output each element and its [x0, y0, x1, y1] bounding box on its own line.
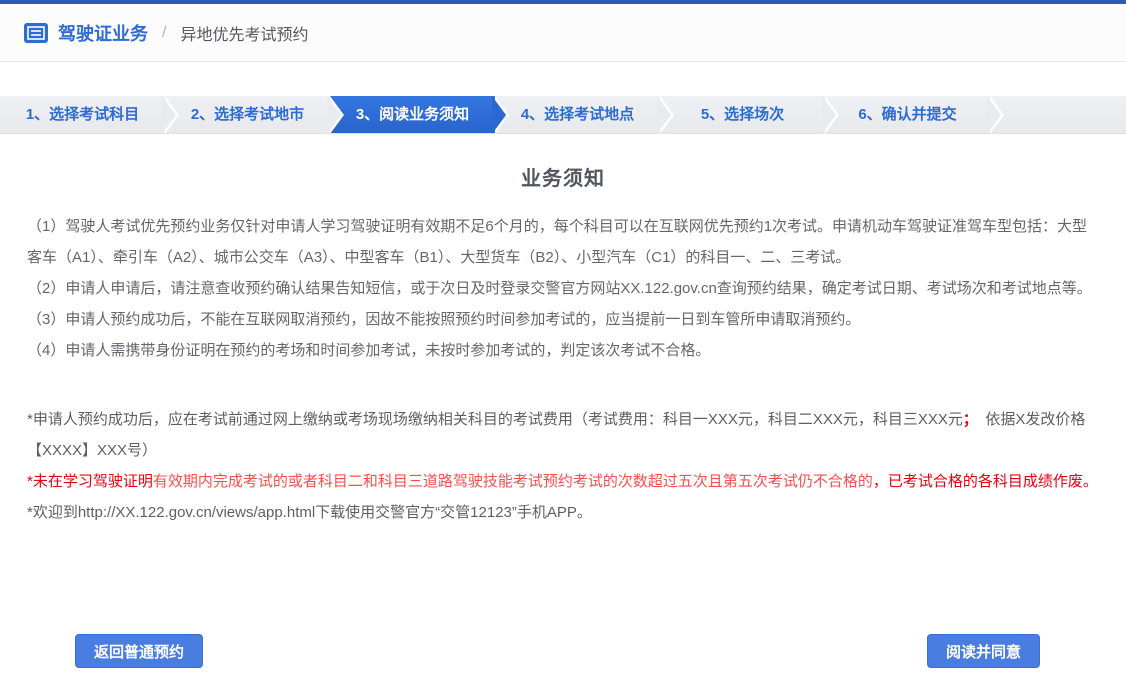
header: 驾驶证业务 / 异地优先考试预约 — [0, 4, 1126, 62]
notice-paragraph: （4）申请人需携带身份证明在预约的考场和时间参加考试，未按时参加考试的，判定该次… — [27, 335, 1099, 366]
app-note: *欢迎到http://XX.122.gov.cn/views/app.html下… — [27, 497, 1099, 528]
warning-part1: *未在学习驾驶证明 — [27, 473, 153, 490]
breadcrumb-separator: / — [162, 24, 166, 42]
fee-note: *申请人预约成功后，应在考试前通过网上缴纳或考场现场缴纳相关科目的考试费用（考试… — [27, 404, 1099, 466]
warning-part2: 有效期内完成考试的或者科目二和科目三道路驾驶技能考试预约考试的次数超过五次且第五… — [153, 473, 873, 490]
step-item-1: 1、选择考试科目 — [0, 96, 165, 133]
step-progress-bar: 1、选择考试科目2、选择考试地市3、阅读业务须知4、选择考试地点5、选择场次6、… — [0, 96, 1126, 134]
breadcrumb-section[interactable]: 驾驶证业务 — [58, 20, 148, 46]
breadcrumb-current: 异地优先考试预约 — [180, 21, 308, 45]
warning-note: *未在学习驾驶证明有效期内完成考试的或者科目二和科目三道路驾驶技能考试预约考试的… — [27, 466, 1099, 497]
step-item-4: 4、选择考试地点 — [495, 96, 660, 133]
notice-paragraph: （2）申请人申请后，请注意查收预约确认结果告知短信，或于次日及时登录交警官方网站… — [27, 273, 1099, 304]
step-bar-filler — [990, 96, 1126, 133]
agree-button[interactable]: 阅读并同意 — [927, 634, 1040, 668]
page-title: 业务须知 — [27, 162, 1099, 191]
step-item-5: 5、选择场次 — [660, 96, 825, 133]
notice-paragraphs: （1）驾驶人考试优先预约业务仅针对申请人学习驾驶证明有效期不足6个月的，每个科目… — [27, 211, 1099, 366]
step-item-2: 2、选择考试地市 — [165, 96, 330, 133]
list-icon — [24, 23, 48, 43]
notice-panel: 业务须知 （1）驾驶人考试优先预约业务仅针对申请人学习驾驶证明有效期不足6个月的… — [0, 162, 1126, 528]
footer-actions: 返回普通预约 阅读并同意 — [75, 634, 1040, 668]
back-to-normal-button[interactable]: 返回普通预约 — [75, 634, 203, 668]
fee-note-text: *申请人预约成功后，应在考试前通过网上缴纳或考场现场缴纳相关科目的考试费用（考试… — [27, 411, 963, 428]
notice-paragraph: （3）申请人预约成功后，不能在互联网取消预约，因故不能按照预约时间参加考试的，应… — [27, 304, 1099, 335]
step-item-6: 6、确认并提交 — [825, 96, 990, 133]
warning-part3: ，已考试合格的各科目成绩作废。 — [873, 473, 1098, 490]
notice-paragraph: （1）驾驶人考试优先预约业务仅针对申请人学习驾驶证明有效期不足6个月的，每个科目… — [27, 211, 1099, 273]
step-item-3: 3、阅读业务须知 — [330, 96, 495, 133]
